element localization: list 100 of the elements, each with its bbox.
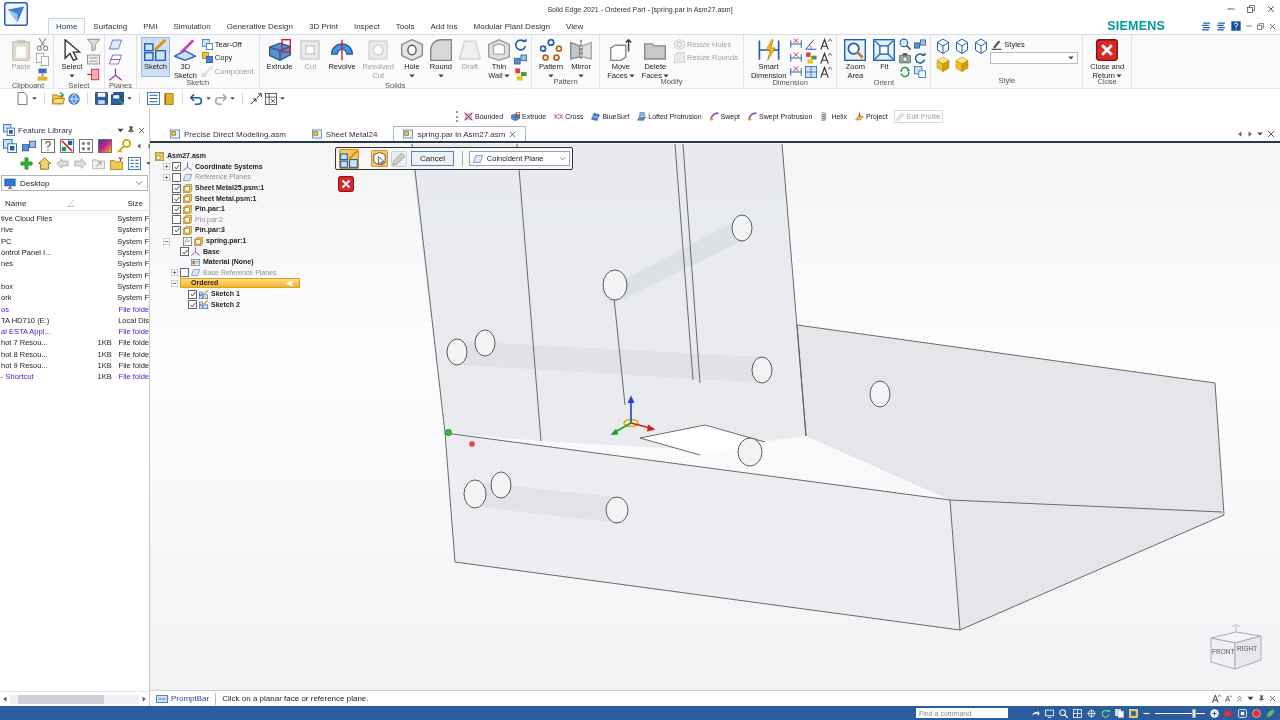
magnifier-icon[interactable] <box>899 38 912 50</box>
scroll-left-icon[interactable] <box>1237 131 1243 137</box>
chevrons-icon[interactable] <box>1236 695 1243 702</box>
help-icon[interactable] <box>1231 21 1241 31</box>
checkbox[interactable] <box>180 247 189 257</box>
location-dropdown[interactable]: Desktop <box>1 175 148 191</box>
column-header[interactable]: Size <box>127 198 143 208</box>
library-icon[interactable] <box>3 139 17 153</box>
document-tab[interactable]: spring.par in Asm27.asm <box>393 126 527 141</box>
save-icon[interactable] <box>95 92 108 105</box>
ribbon-tab[interactable]: Modular Plant Design <box>465 18 558 34</box>
undo-icon[interactable] <box>190 92 203 105</box>
app-logo-icon[interactable] <box>4 2 28 26</box>
new-folder-icon[interactable] <box>110 157 123 170</box>
ribbon-tab[interactable]: 3D Print <box>301 18 346 34</box>
caret-icon[interactable] <box>117 126 124 134</box>
filter-icon[interactable] <box>87 38 100 51</box>
pin-icon[interactable] <box>1258 695 1265 702</box>
cube-outline-icon[interactable] <box>954 38 971 54</box>
gradient-icon[interactable] <box>98 139 112 153</box>
text-size-icon[interactable] <box>1212 694 1221 703</box>
cubes-icon[interactable] <box>22 139 36 153</box>
dimension-icon[interactable] <box>790 66 803 78</box>
plus-icon[interactable] <box>1210 708 1219 718</box>
document-tab[interactable]: Precise Direct Modeling.asm <box>160 126 296 141</box>
restore-icon[interactable] <box>1247 5 1255 13</box>
dimension-icon[interactable] <box>790 38 803 50</box>
home-icon[interactable] <box>38 157 51 170</box>
restore-icon[interactable] <box>1257 22 1264 30</box>
close-icon[interactable] <box>509 130 517 138</box>
magnifier-icon[interactable] <box>1059 708 1068 718</box>
square-icon[interactable] <box>87 68 100 81</box>
palette-icon[interactable] <box>60 139 74 153</box>
axes-icon[interactable] <box>109 68 122 81</box>
list-icon[interactable] <box>147 92 160 105</box>
window-icon[interactable] <box>914 66 927 78</box>
checkbox[interactable] <box>172 204 181 214</box>
expand-icon[interactable] <box>163 163 170 171</box>
grid-square-icon[interactable] <box>805 66 818 78</box>
screen-icon[interactable] <box>1045 708 1054 718</box>
globe-icon[interactable] <box>68 92 80 105</box>
scrollbar[interactable] <box>10 694 139 704</box>
checkbox[interactable] <box>172 225 181 235</box>
pin-icon[interactable] <box>127 126 135 134</box>
face-cursor-icon[interactable] <box>371 150 388 167</box>
caret-icon[interactable] <box>146 161 151 166</box>
grid-table-icon[interactable] <box>265 92 277 105</box>
caret-icon[interactable] <box>280 96 285 101</box>
text-size-icon[interactable] <box>820 52 833 64</box>
ribbon-tab[interactable]: Simulation <box>165 18 219 34</box>
plane-line-icon[interactable] <box>109 53 122 66</box>
slider-thumb[interactable] <box>1192 708 1196 718</box>
close-icon[interactable] <box>138 126 145 134</box>
column-header[interactable]: Name <box>0 198 67 208</box>
save-all-icon[interactable] <box>111 92 124 105</box>
caret-icon[interactable] <box>206 96 211 101</box>
ribbon-tab[interactable]: Tools <box>387 18 423 34</box>
dimension-icon[interactable] <box>790 52 803 64</box>
ribbon-tab[interactable]: Home <box>48 18 86 34</box>
scrollbar-thumb[interactable] <box>18 694 104 704</box>
layout-icon[interactable] <box>1129 708 1138 718</box>
scissors-icon[interactable] <box>36 38 49 51</box>
caret-icon[interactable] <box>230 96 235 101</box>
ribbon-tab[interactable]: View <box>558 18 592 34</box>
views-icon[interactable] <box>128 157 141 170</box>
lines-icon[interactable] <box>1201 21 1211 31</box>
brush-icon[interactable] <box>36 68 49 81</box>
list-box-icon[interactable] <box>87 53 100 66</box>
document-icon[interactable] <box>16 92 29 105</box>
caret-icon[interactable] <box>32 96 37 101</box>
close-icon[interactable] <box>1269 695 1276 702</box>
rotate-icon[interactable] <box>513 38 527 51</box>
refresh-icon[interactable] <box>899 66 912 78</box>
lines-icon[interactable] <box>1216 21 1226 31</box>
dots-grid-icon[interactable] <box>79 139 93 153</box>
plane-icon[interactable] <box>109 38 122 51</box>
cancel-button[interactable]: Cancel <box>411 151 454 166</box>
caret-icon[interactable] <box>1247 695 1254 702</box>
cube-outline-icon[interactable] <box>935 38 952 54</box>
crosshair-icon[interactable] <box>1087 708 1096 718</box>
cubes-icon[interactable] <box>914 38 927 50</box>
checkbox[interactable] <box>188 300 197 310</box>
blocks-icon[interactable] <box>513 68 527 81</box>
close-icon[interactable] <box>1267 130 1275 138</box>
sketch-icon[interactable] <box>338 148 360 169</box>
plus-icon[interactable] <box>20 157 33 170</box>
checkbox[interactable] <box>172 162 181 172</box>
close-icon[interactable] <box>1269 22 1276 30</box>
record-icon[interactable] <box>1252 708 1261 718</box>
scroll-left-icon[interactable] <box>2 696 8 702</box>
arrows-icon[interactable] <box>250 92 262 105</box>
book-icon[interactable] <box>163 92 175 105</box>
checkbox[interactable] <box>172 194 181 204</box>
collapse-icon[interactable] <box>171 279 178 287</box>
view-cube-icon[interactable] <box>1210 624 1262 670</box>
ribbon-tab[interactable]: Surfacing <box>85 18 136 34</box>
grid-icon[interactable] <box>1073 708 1082 718</box>
checkbox[interactable] <box>172 183 181 193</box>
shaded-cube-icon[interactable] <box>954 56 971 72</box>
scroll-right-icon[interactable] <box>141 696 147 702</box>
